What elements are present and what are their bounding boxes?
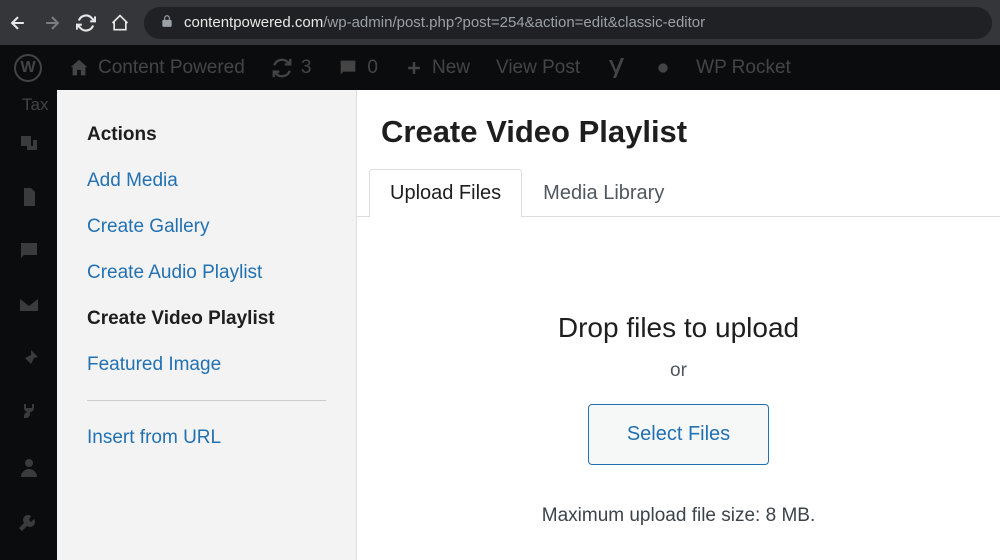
reload-button[interactable] xyxy=(76,13,96,33)
wp-admin-bar: W Content Powered 3 0 New View Post WP R… xyxy=(0,45,1000,90)
action-create-gallery[interactable]: Create Gallery xyxy=(87,216,326,238)
action-add-media[interactable]: Add Media xyxy=(87,170,326,192)
lock-icon xyxy=(160,14,174,32)
users-icon[interactable] xyxy=(16,454,42,480)
browser-toolbar: contentpowered.com/wp-admin/post.php?pos… xyxy=(0,0,1000,45)
pin-icon[interactable] xyxy=(16,346,42,372)
mail-icon[interactable] xyxy=(16,292,42,318)
home-button[interactable] xyxy=(110,13,130,33)
address-bar[interactable]: contentpowered.com/wp-admin/post.php?pos… xyxy=(144,7,992,39)
sidebar-divider xyxy=(87,400,326,401)
or-text: or xyxy=(357,360,1000,382)
action-insert-from-url[interactable]: Insert from URL xyxy=(87,427,326,449)
media-modal: Actions Add Media Create Gallery Create … xyxy=(57,90,1000,560)
site-link[interactable]: Content Powered xyxy=(68,57,245,79)
select-files-button[interactable]: Select Files xyxy=(588,404,769,465)
media-icon[interactable] xyxy=(16,130,42,156)
pages-icon[interactable] xyxy=(16,184,42,210)
modal-title: Create Video Playlist xyxy=(357,114,1000,168)
drop-text: Drop files to upload xyxy=(357,312,1000,344)
wp-admin-menu xyxy=(0,90,57,560)
upload-dropzone[interactable]: Drop files to upload or Select Files Max… xyxy=(357,217,1000,527)
actions-heading: Actions xyxy=(87,124,326,146)
yoast-icon[interactable] xyxy=(606,56,630,80)
updates-link[interactable]: 3 xyxy=(271,57,312,79)
tools-icon[interactable] xyxy=(16,508,42,534)
wp-rocket-link[interactable]: WP Rocket xyxy=(696,57,791,79)
action-create-video-playlist[interactable]: Create Video Playlist xyxy=(87,308,326,330)
url-text: contentpowered.com/wp-admin/post.php?pos… xyxy=(184,14,705,31)
back-button[interactable] xyxy=(8,13,28,33)
comments-icon[interactable] xyxy=(16,238,42,264)
action-create-audio-playlist[interactable]: Create Audio Playlist xyxy=(87,262,326,284)
status-dot-icon xyxy=(656,61,670,75)
max-upload-size: Maximum upload file size: 8 MB. xyxy=(357,505,1000,527)
wordpress-logo-icon[interactable]: W xyxy=(14,54,42,82)
media-tabs: Upload Files Media Library xyxy=(357,168,1000,217)
comments-link[interactable]: 0 xyxy=(337,57,378,79)
action-featured-image[interactable]: Featured Image xyxy=(87,354,326,376)
new-link[interactable]: New xyxy=(404,57,470,79)
view-post-link[interactable]: View Post xyxy=(496,57,580,79)
media-sidebar: Actions Add Media Create Gallery Create … xyxy=(57,90,357,560)
forward-button[interactable] xyxy=(42,13,62,33)
tab-media-library[interactable]: Media Library xyxy=(522,169,685,217)
media-main: Create Video Playlist Upload Files Media… xyxy=(357,90,1000,560)
tab-upload-files[interactable]: Upload Files xyxy=(369,169,522,217)
plugins-icon[interactable] xyxy=(16,400,42,426)
